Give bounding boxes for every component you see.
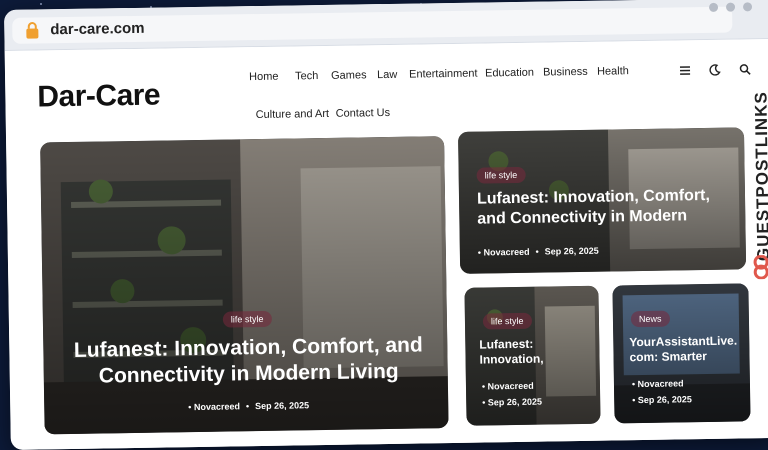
hero-post-card[interactable]: life style Lufanest: Innovation, Comfort… <box>40 136 449 435</box>
screenshot-root: { "browser": { "url": "dar-care.com" }, … <box>0 0 768 450</box>
hero-meta: • Novacreed • Sep 26, 2025 <box>188 400 310 413</box>
window-dot[interactable] <box>742 2 753 12</box>
post-title[interactable]: Lufanest: Innovation, Comfort, and Conne… <box>477 185 740 229</box>
nav-games[interactable]: Games <box>331 69 367 82</box>
small-post-card[interactable]: life style Lufanest: Innovation, • Novac… <box>464 285 601 426</box>
hero-title[interactable]: Lufanest: Innovation, Comfort, and Conne… <box>73 332 424 390</box>
post-author: • Novacreed <box>631 378 684 390</box>
window-dot[interactable] <box>708 2 719 12</box>
nav-business[interactable]: Business <box>543 66 588 79</box>
post-title[interactable]: YourAssistantLive. com: Smarter <box>629 333 745 365</box>
guestpostlinks-banner: GUESTPOSTLINKS <box>745 59 768 280</box>
post-date: Sep 26, 2025 <box>544 245 599 257</box>
post-meta: • Novacreed • Sep 26, 2025 <box>477 245 599 258</box>
post-title[interactable]: Lufanest: Innovation, <box>479 336 589 368</box>
post-date-line: • Sep 26, 2025 <box>632 394 692 406</box>
author-name[interactable]: Novacreed <box>194 401 240 412</box>
category-badge[interactable]: News <box>630 310 670 328</box>
header-icons <box>679 63 751 76</box>
category-badge[interactable]: life style <box>482 312 532 330</box>
moon-icon[interactable] <box>709 64 721 76</box>
nav-education[interactable]: Education <box>485 67 534 80</box>
nav-culture-and-art[interactable]: Culture and Art <box>256 108 330 121</box>
nav-law[interactable]: Law <box>377 69 397 81</box>
link-chain-icon <box>753 254 768 280</box>
address-bar[interactable]: dar-care.com <box>12 6 733 44</box>
author-name[interactable]: Novacreed <box>638 378 684 389</box>
post-date-line: • Sep 26, 2025 <box>482 396 542 408</box>
category-badge[interactable]: life style <box>222 310 272 328</box>
web-page: Dar-Care Home Tech Games Law Entertainme… <box>4 38 768 450</box>
lock-icon <box>26 22 39 39</box>
small-post-card[interactable]: News YourAssistantLive. com: Smarter • N… <box>612 283 751 424</box>
hamburger-icon[interactable] <box>679 64 691 76</box>
site-logo[interactable]: Dar-Care <box>37 79 160 115</box>
url-text: dar-care.com <box>50 19 145 39</box>
window-dot[interactable] <box>725 2 736 12</box>
category-badge[interactable]: life style <box>476 166 526 184</box>
post-author: • Novacreed <box>481 380 534 392</box>
post-date: Sep 26, 2025 <box>487 396 542 408</box>
featured-post-card[interactable]: life style Lufanest: Innovation, Comfort… <box>457 127 747 274</box>
post-date: Sep 26, 2025 <box>637 394 692 406</box>
nav-tech[interactable]: Tech <box>295 70 318 82</box>
nav-home[interactable]: Home <box>249 71 279 83</box>
star <box>40 3 42 5</box>
nav-entertainment[interactable]: Entertainment <box>409 68 478 81</box>
main-nav: Home Tech Games Law Entertainment Educat… <box>249 59 649 121</box>
author-name[interactable]: Novacreed <box>488 381 534 392</box>
nav-health[interactable]: Health <box>597 65 629 77</box>
guestpostlinks-text: GUESTPOSTLINKS <box>751 91 768 262</box>
author-name[interactable]: Novacreed <box>483 247 529 258</box>
nav-contact-us[interactable]: Contact Us <box>336 107 391 120</box>
post-date: Sep 26, 2025 <box>255 400 310 412</box>
window-controls <box>708 2 753 12</box>
browser-window: dar-care.com Dar-Care Home Tech Games La… <box>4 0 768 450</box>
